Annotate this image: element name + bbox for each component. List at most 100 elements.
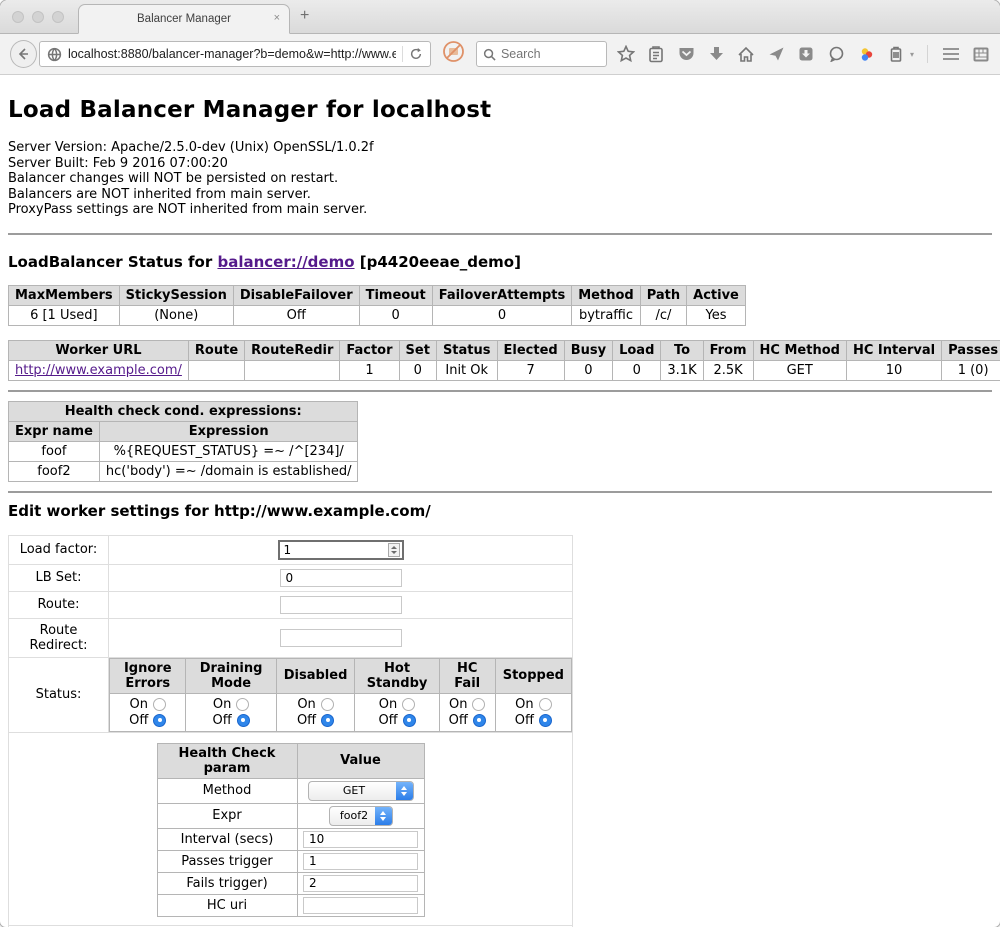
pocket-button[interactable] [677,45,696,64]
route-input[interactable] [280,596,402,614]
number-spinner-icon[interactable] [388,543,400,557]
method-row: Method GET [157,778,424,803]
search-bar[interactable] [476,41,607,67]
reading-list-button[interactable] [647,45,666,64]
bookmark-star-button[interactable] [617,45,636,64]
table-row: 6 [1 Used] (None) Off 0 0 bytraffic /c/ … [9,305,746,325]
route-label: Route: [9,591,109,618]
proxypass-note-line: ProxyPass settings are NOT inherited fro… [8,202,992,218]
hc-params-row: Health Check param Value Method GET [9,732,573,925]
back-icon [16,47,30,61]
content-blocked-button[interactable] [442,40,465,68]
edit-worker-heading: Edit worker settings for http://www.exam… [8,502,992,520]
chevron-down-icon[interactable]: ▾ [910,50,914,59]
lb-set-input[interactable] [280,569,402,587]
hc-fail-on-radio[interactable] [472,698,485,711]
blocked-icon [442,40,465,63]
lb-set-label: LB Set: [9,564,109,591]
panel-download-icon [798,46,814,62]
table-header-row: MaxMembers StickySession DisableFailover… [9,285,746,305]
health-check-expressions-table: Health check cond. expressions: Expr nam… [8,401,358,482]
interval-label: Interval (secs) [157,828,297,850]
status-label: Status: [9,657,109,732]
chat-button[interactable] [827,45,846,64]
health-check-params-table: Health Check param Value Method GET [157,743,425,917]
colors-extension-button[interactable] [857,45,876,64]
ignore-errors-on-radio[interactable] [153,698,166,711]
menu-button[interactable] [941,45,960,64]
hc-expr-title: Health check cond. expressions: [9,401,358,421]
balancer-demo-link[interactable]: balancer://demo [217,253,354,271]
select-stepper-icon [375,807,392,825]
expr-row: Expr foof2 [157,803,424,828]
navigation-toolbar: localhost:8880/balancer-manager?b=demo&w… [0,34,1000,75]
tab-title: Balancer Manager [137,13,231,25]
hc-fail-off-radio[interactable] [473,714,486,727]
load-factor-input[interactable] [280,543,388,557]
browser-tab[interactable]: Balancer Manager × [78,4,290,34]
window-close-button[interactable] [12,11,24,23]
interval-input[interactable] [303,831,418,848]
reload-icon[interactable] [409,47,423,61]
worker-url-link[interactable]: http://www.example.com/ [15,363,182,378]
url-text[interactable]: localhost:8880/balancer-manager?b=demo&w… [68,47,396,61]
fails-row: Fails trigger) [157,872,424,894]
lb-set-row: LB Set: [9,564,573,591]
balancer-status-heading: LoadBalancer Status for balancer://demo … [8,253,992,271]
fails-input[interactable] [303,875,418,892]
home-button[interactable] [737,45,756,64]
page-title: Load Balancer Manager for localhost [8,75,992,123]
window-zoom-button[interactable] [52,11,64,23]
server-version-line: Server Version: Apache/2.5.0-dev (Unix) … [8,140,992,156]
route-row: Route: [9,591,573,618]
hc-uri-input[interactable] [303,897,418,914]
table-row: http://www.example.com/ 1 0 Init Ok 7 0 … [9,360,1000,380]
table-row: foof %{REQUEST_STATUS} =~ /^[234]/ [9,441,358,461]
page-content: Load Balancer Manager for localhost Serv… [0,75,1000,927]
grid-extension-button[interactable] [971,45,990,64]
send-tab-button[interactable] [767,45,786,64]
server-built-line: Server Built: Feb 9 2016 07:00:20 [8,156,992,172]
ignore-errors-off-radio[interactable] [153,714,166,727]
draining-mode-off-radio[interactable] [237,714,250,727]
persist-note-line: Balancer changes will NOT be persisted o… [8,171,992,187]
panel-download-button[interactable] [797,45,816,64]
window-controls[interactable] [12,11,64,23]
divider [8,491,992,493]
colors-icon [858,46,875,63]
load-factor-field[interactable] [278,540,404,560]
disabled-off-radio[interactable] [321,714,334,727]
table-header-row: Worker URL Route RouteRedir Factor Set S… [9,340,1000,360]
method-select[interactable]: GET [308,781,414,801]
stopped-on-radio[interactable] [539,698,552,711]
stopped-off-radio[interactable] [539,714,552,727]
table-row: foof2 hc('body') =~ /domain is establish… [9,461,358,481]
hot-standby-on-radio[interactable] [402,698,415,711]
container-extension-button[interactable] [887,45,906,64]
load-factor-row: Load factor: [9,535,573,564]
tab-bar: Balancer Manager × + [0,0,1000,34]
load-factor-label: Load factor: [9,535,109,564]
method-label: Method [157,778,297,803]
route-redirect-row: Route Redirect: [9,618,573,657]
search-input[interactable] [501,47,596,61]
hc-uri-label: HC uri [157,894,297,916]
route-redirect-input[interactable] [280,629,402,647]
route-redirect-label: Route Redirect: [9,618,109,657]
tab-close-icon[interactable]: × [274,13,280,24]
window-minimize-button[interactable] [32,11,44,23]
passes-input[interactable] [303,853,418,870]
toolbar-icons: ▾ [617,45,990,64]
disabled-on-radio[interactable] [321,698,334,711]
passes-row: Passes trigger [157,850,424,872]
url-bar[interactable]: localhost:8880/balancer-manager?b=demo&w… [39,41,431,67]
draining-mode-on-radio[interactable] [236,698,249,711]
hot-standby-off-radio[interactable] [403,714,416,727]
downloads-button[interactable] [707,45,726,64]
back-button[interactable] [10,40,37,68]
edit-worker-form: Load factor: LB Set: Route: Route Redire… [8,535,573,927]
new-tab-button[interactable]: + [300,7,309,25]
browser-window: Balancer Manager × + localhost:8880/bala… [0,0,1000,927]
expr-select[interactable]: foof2 [329,806,393,826]
select-stepper-icon [396,782,413,800]
